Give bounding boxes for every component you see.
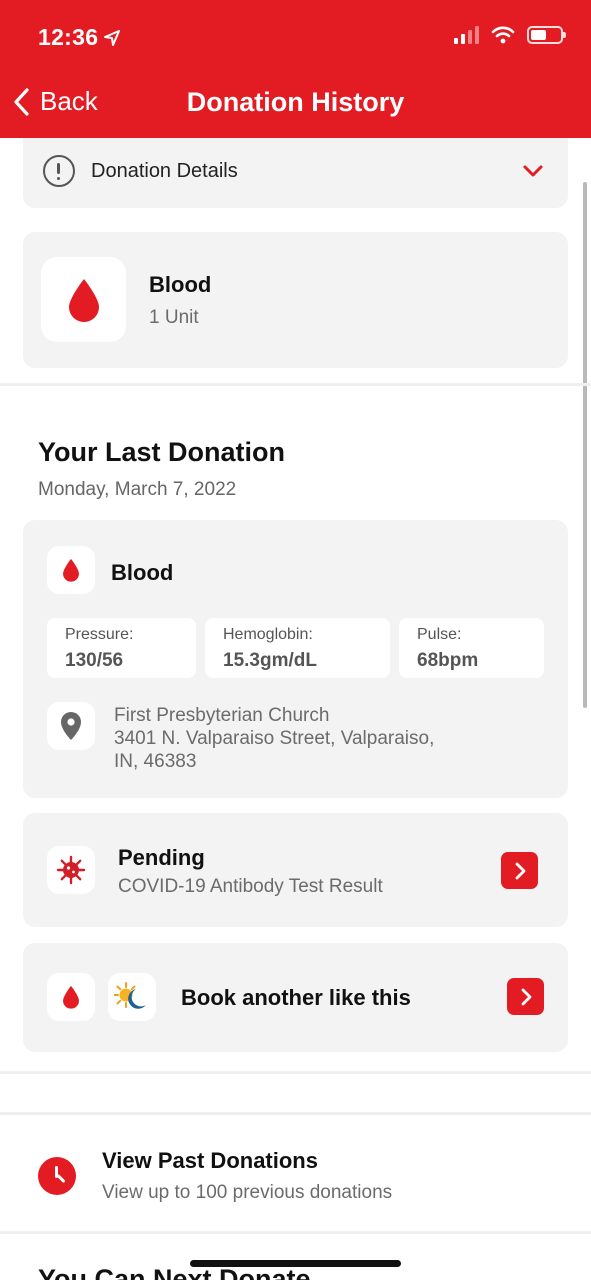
blood-drop-tile: [47, 973, 95, 1021]
cellular-signal-icon: [454, 26, 479, 44]
test-result-status: Pending: [118, 845, 205, 870]
pulse-stat: Pulse: 68bpm: [399, 618, 544, 678]
location-arrow-icon: [104, 29, 121, 46]
sun-moon-icon: [114, 982, 146, 1009]
section-divider: [0, 1071, 591, 1074]
section-divider: [0, 1231, 591, 1234]
past-donations-subtitle: View up to 100 previous donations: [102, 1182, 393, 1203]
location-name: First Presbyterian Church: [114, 705, 330, 726]
book-another-label: Book another like this: [181, 985, 411, 1010]
last-donation-heading: Your Last Donation: [38, 437, 285, 467]
last-donation-date: Monday, March 7, 2022: [38, 479, 237, 500]
stat-value: 68bpm: [417, 650, 479, 671]
chevron-right-icon: [515, 862, 525, 879]
battery-icon: [527, 26, 566, 44]
clock-icon: [38, 1157, 76, 1195]
blood-summary-card: Blood 1 Unit: [23, 232, 568, 368]
virus-tile: [47, 846, 95, 894]
stat-label: Pulse:: [417, 626, 462, 643]
map-pin-icon: [61, 712, 81, 740]
stat-value: 15.3gm/dL: [223, 650, 317, 671]
hemoglobin-stat: Hemoglobin: 15.3gm/dL: [205, 618, 390, 678]
blood-summary-quantity: 1 Unit: [149, 307, 199, 328]
stat-value: 130/56: [65, 650, 124, 671]
location-address-line1: 3401 N. Valparaiso Street, Valparaiso,: [114, 728, 435, 749]
section-divider: [0, 1112, 591, 1115]
blood-type-tile: [47, 546, 95, 594]
virus-icon: [56, 855, 86, 885]
donation-type-label: Blood: [111, 560, 174, 585]
wifi-icon: [491, 26, 515, 44]
donation-details-label: Donation Details: [91, 160, 238, 182]
last-donation-card: Blood Pressure: 130/56 Hemoglobin: 15.3g…: [23, 520, 568, 798]
chevron-right-icon: [521, 988, 531, 1005]
location-address-line2: IN, 46383: [114, 751, 197, 772]
stat-label: Pressure:: [65, 626, 134, 643]
scrollbar[interactable]: [583, 182, 587, 708]
donation-location: First Presbyterian Church 3401 N. Valpar…: [114, 704, 504, 773]
info-icon: [43, 155, 75, 187]
donation-details-toggle[interactable]: Donation Details: [23, 138, 568, 208]
location-tile: [47, 702, 95, 750]
book-another-arrow-button[interactable]: [507, 978, 544, 1015]
page-title: Donation History: [186, 87, 405, 117]
pressure-stat: Pressure: 130/56: [47, 618, 196, 678]
book-another-row[interactable]: Book another like this: [23, 943, 568, 1052]
blood-summary-title: Blood: [149, 272, 212, 297]
blood-drop-icon: [63, 558, 79, 582]
section-divider: [0, 383, 591, 386]
status-time-text: 12:36: [38, 24, 99, 50]
view-past-donations-row[interactable]: View Past Donations View up to 100 previ…: [0, 1116, 591, 1232]
stat-label: Hemoglobin:: [223, 626, 313, 643]
blood-drop-icon: [63, 985, 79, 1009]
chevron-down-icon: [523, 165, 543, 177]
time-of-day-tile: [108, 973, 156, 1021]
test-result-description: COVID-19 Antibody Test Result: [118, 876, 383, 897]
home-indicator[interactable]: [190, 1260, 401, 1267]
test-result-row[interactable]: Pending COVID-19 Antibody Test Result: [23, 813, 568, 927]
app-header: 12:36 Back Donation History: [0, 0, 591, 138]
status-indicators: [454, 26, 566, 44]
blood-drop-tile: [41, 257, 126, 342]
blood-drop-icon: [68, 278, 99, 322]
past-donations-title: View Past Donations: [102, 1148, 318, 1173]
test-result-arrow-button[interactable]: [501, 852, 538, 889]
status-time: 12:36: [38, 24, 121, 51]
